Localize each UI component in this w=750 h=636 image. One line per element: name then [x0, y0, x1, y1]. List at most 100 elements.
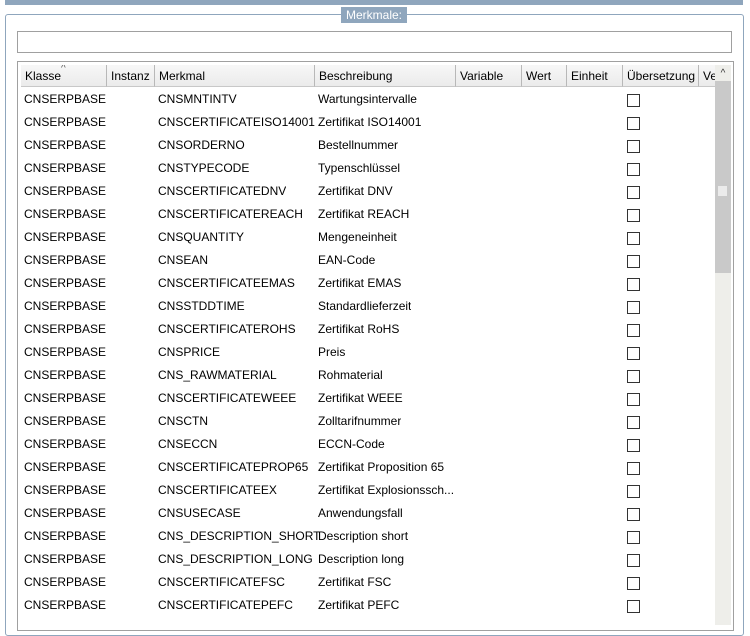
- cell-beschreibung: Description short: [318, 529, 409, 543]
- translation-checkbox[interactable]: [627, 140, 640, 153]
- translation-checkbox[interactable]: [627, 117, 640, 130]
- cell-klasse: CNSERPBASE: [24, 138, 107, 152]
- table-row[interactable]: CNSERPBASE CNSORDERNO Bestellnummer: [21, 134, 716, 157]
- column-header-uebersetzung[interactable]: Übersetzung: [623, 65, 699, 87]
- table-header: Klasse ^ Instanz Merkmal Beschreibung Var…: [21, 65, 716, 87]
- table-row[interactable]: CNSERPBASE CNSCERTIFICATEEX Zertifikat Exp…: [21, 479, 716, 502]
- cell-beschreibung: Zertifikat EMAS: [318, 276, 402, 290]
- translation-checkbox[interactable]: [627, 347, 640, 360]
- cell-merkmal: CNSMNTINTV: [158, 92, 237, 106]
- table-row[interactable]: CNSERPBASE CNSCERTIFICATEPROP65 Zertifikat…: [21, 456, 716, 479]
- table-row[interactable]: CNSERPBASE CNSCERTIFICATEROHS Zertifikat R…: [21, 318, 716, 341]
- translation-checkbox[interactable]: [627, 554, 640, 567]
- cell-merkmal: CNSCERTIFICATEFSC: [158, 575, 285, 589]
- cell-beschreibung: Anwendungsfall: [318, 506, 403, 520]
- translation-checkbox[interactable]: [627, 577, 640, 590]
- table-row[interactable]: CNSERPBASE CNSCERTIFICATEPEFC Zertifikat P…: [21, 594, 716, 617]
- cell-merkmal: CNSUSECASE: [158, 506, 241, 520]
- cell-klasse: CNSERPBASE: [24, 414, 107, 428]
- sort-ascending-icon: ^: [61, 65, 66, 74]
- cell-merkmal: CNS_DESCRIPTION_SHORT: [158, 529, 321, 543]
- cell-beschreibung: Zertifikat DNV: [318, 184, 393, 198]
- table-row[interactable]: CNSERPBASE CNSEAN EAN-Code: [21, 249, 716, 272]
- table-row[interactable]: CNSERPBASE CNSECCN ECCN-Code: [21, 433, 716, 456]
- top-panel-border: [5, 0, 743, 5]
- cell-merkmal: CNSQUANTITY: [158, 230, 245, 244]
- cell-klasse: CNSERPBASE: [24, 299, 107, 313]
- translation-checkbox[interactable]: [627, 531, 640, 544]
- column-header-beschreibung[interactable]: Beschreibung: [315, 65, 456, 87]
- cell-merkmal: CNSORDERNO: [158, 138, 245, 152]
- cell-beschreibung: Description long: [318, 552, 405, 566]
- cell-merkmal: CNSEAN: [158, 253, 209, 267]
- cell-klasse: CNSERPBASE: [24, 460, 107, 474]
- cell-merkmal: CNSCERTIFICATEEX: [158, 483, 277, 497]
- translation-checkbox[interactable]: [627, 393, 640, 406]
- table-row[interactable]: CNSERPBASE CNSCERTIFICATEDNV Zertifikat DN…: [21, 180, 716, 203]
- cell-beschreibung: Zertifikat Proposition 65: [318, 460, 445, 474]
- vertical-scrollbar[interactable]: ^: [715, 65, 731, 625]
- table-row[interactable]: CNSERPBASE CNSCERTIFICATEFSC Zertifikat FS…: [21, 571, 716, 594]
- cell-merkmal: CNS_RAWMATERIAL: [158, 368, 277, 382]
- cell-klasse: CNSERPBASE: [24, 552, 107, 566]
- translation-checkbox[interactable]: [627, 232, 640, 245]
- column-header-wert[interactable]: Wert: [522, 65, 567, 87]
- cell-beschreibung: Zertifikat Explosionssch...: [318, 483, 455, 497]
- translation-checkbox[interactable]: [627, 186, 640, 199]
- translation-checkbox[interactable]: [627, 255, 640, 268]
- translation-checkbox[interactable]: [627, 163, 640, 176]
- cell-klasse: CNSERPBASE: [24, 322, 107, 336]
- table-row[interactable]: CNSERPBASE CNSCERTIFICATEWEEE Zertifikat W…: [21, 387, 716, 410]
- cell-klasse: CNSERPBASE: [24, 483, 107, 497]
- cell-klasse: CNSERPBASE: [24, 391, 107, 405]
- table-row[interactable]: CNSERPBASE CNSCERTIFICATEREACH Zertifikat …: [21, 203, 716, 226]
- cell-merkmal: CNSCERTIFICATEPROP65: [158, 460, 309, 474]
- translation-checkbox[interactable]: [627, 462, 640, 475]
- scrollbar-thumb[interactable]: [715, 81, 731, 273]
- cell-beschreibung: Zertifikat PEFC: [318, 598, 400, 612]
- cell-merkmal: CNSCERTIFICATEREACH: [158, 207, 303, 221]
- table-row[interactable]: CNSERPBASE CNSCERTIFICATEEMAS Zertifikat E…: [21, 272, 716, 295]
- translation-checkbox[interactable]: [627, 508, 640, 521]
- cell-beschreibung: Zertifikat FSC: [318, 575, 392, 589]
- column-header-instanz[interactable]: Instanz: [107, 65, 155, 87]
- table-row[interactable]: CNSERPBASE CNSCTN Zolltarifnummer: [21, 410, 716, 433]
- table-row[interactable]: CNSERPBASE CNSPRICE Preis: [21, 341, 716, 364]
- table-row[interactable]: CNSERPBASE CNSTYPECODE Typenschlüssel: [21, 157, 716, 180]
- translation-checkbox[interactable]: [627, 370, 640, 383]
- table-row[interactable]: CNSERPBASE CNSQUANTITY Mengeneinheit: [21, 226, 716, 249]
- cell-klasse: CNSERPBASE: [24, 437, 107, 451]
- cell-klasse: CNSERPBASE: [24, 345, 107, 359]
- translation-checkbox[interactable]: [627, 278, 640, 291]
- translation-checkbox[interactable]: [627, 209, 640, 222]
- cell-klasse: CNSERPBASE: [24, 276, 107, 290]
- table-row[interactable]: CNSERPBASE CNSUSECASE Anwendungsfall: [21, 502, 716, 525]
- column-header-ve[interactable]: Ve: [699, 65, 716, 87]
- cell-merkmal: CNSCERTIFICATEWEEE: [158, 391, 297, 405]
- table-row[interactable]: CNSERPBASE CNS_RAWMATERIAL Rohmaterial: [21, 364, 716, 387]
- translation-checkbox[interactable]: [627, 301, 640, 314]
- translation-checkbox[interactable]: [627, 324, 640, 337]
- header-label: Klasse: [25, 69, 62, 83]
- cell-beschreibung: Zertifikat REACH: [318, 207, 410, 221]
- scrollbar-grip: [718, 186, 727, 196]
- table-row[interactable]: CNSERPBASE CNSMNTINTV Wartungsintervalle: [21, 88, 716, 111]
- translation-checkbox[interactable]: [627, 600, 640, 613]
- column-header-variable[interactable]: Variable: [456, 65, 522, 87]
- cell-merkmal: CNSCERTIFICATEEMAS: [158, 276, 295, 290]
- translation-checkbox[interactable]: [627, 94, 640, 107]
- filter-input[interactable]: [17, 31, 732, 53]
- cell-klasse: CNSERPBASE: [24, 598, 107, 612]
- translation-checkbox[interactable]: [627, 485, 640, 498]
- translation-checkbox[interactable]: [627, 416, 640, 429]
- table-row[interactable]: CNSERPBASE CNSCERTIFICATEISO14001 Zertifik…: [21, 111, 716, 134]
- table-row[interactable]: CNSERPBASE CNS_DESCRIPTION_LONG Descriptio…: [21, 548, 716, 571]
- table-row[interactable]: CNSERPBASE CNS_DESCRIPTION_SHORT Descripti…: [21, 525, 716, 548]
- column-header-einheit[interactable]: Einheit: [567, 65, 623, 87]
- cell-merkmal: CNS_DESCRIPTION_LONG: [158, 552, 313, 566]
- scroll-up-icon[interactable]: ^: [715, 65, 731, 81]
- column-header-merkmal[interactable]: Merkmal: [155, 65, 315, 87]
- table-row[interactable]: CNSERPBASE CNSSTDDTIME Standardlieferzeit: [21, 295, 716, 318]
- column-header-klasse[interactable]: Klasse ^: [21, 65, 107, 87]
- translation-checkbox[interactable]: [627, 439, 640, 452]
